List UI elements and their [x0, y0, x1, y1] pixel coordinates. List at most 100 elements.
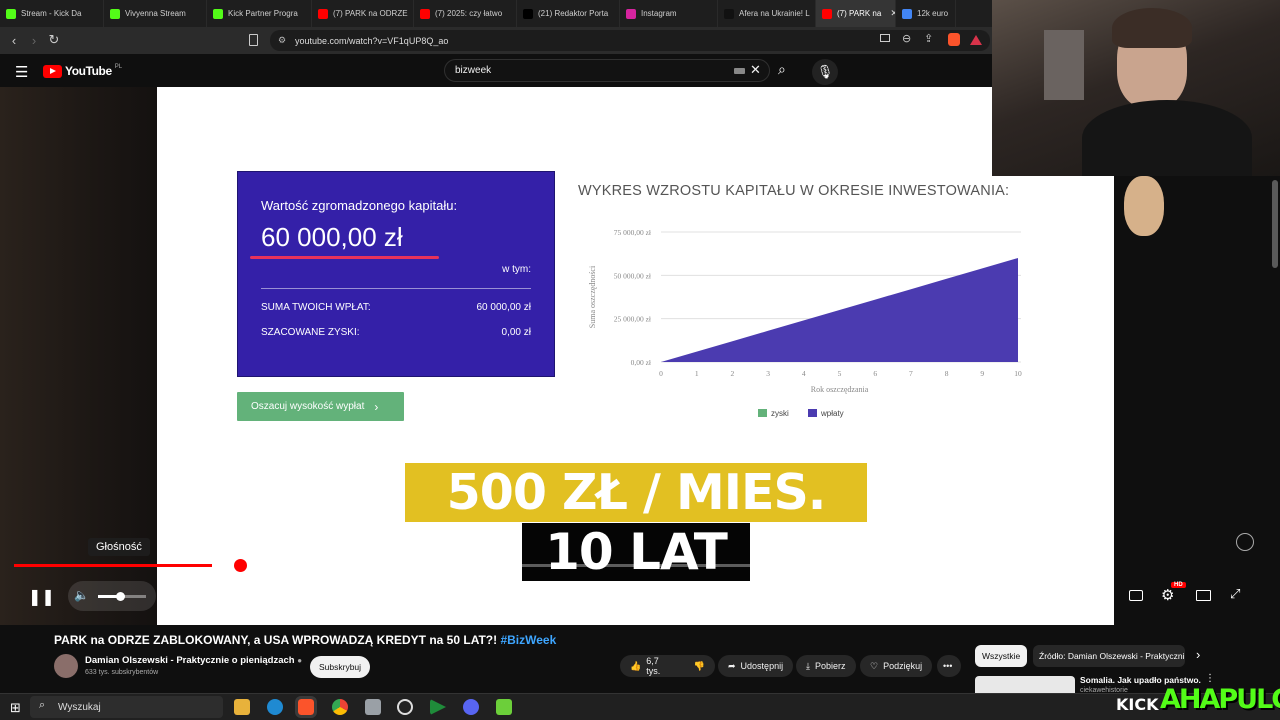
chapter-chevron-icon: › — [423, 590, 428, 602]
volume-icon[interactable]: 🔈 — [74, 588, 89, 602]
brave-icon[interactable] — [295, 696, 317, 718]
reload-icon[interactable]: ↻ — [44, 32, 64, 48]
chip-source[interactable]: Źródło: Damian Olszewski - Praktyczni — [1033, 645, 1185, 667]
forward-icon[interactable]: › — [24, 33, 44, 48]
volume-control[interactable]: 🔈 — [68, 581, 156, 611]
page-scrollbar[interactable] — [1272, 180, 1278, 268]
subscribe-button[interactable]: Subskrybuj — [310, 656, 371, 678]
progress-bar[interactable] — [14, 564, 1114, 567]
video-frame[interactable]: Wartość zgromadzonego kapitału: 60 000,0… — [157, 87, 1114, 625]
pause-icon[interactable]: ❚❚ — [28, 587, 55, 607]
app-icon[interactable] — [365, 699, 381, 715]
browser-tab-label: (21) Redaktor Porta — [538, 9, 609, 18]
chrome-icon[interactable] — [332, 699, 348, 715]
chapter-button[interactable]: Zarabiamy dużo mniej niż Europa › — [242, 581, 438, 611]
capital-title: Wartość zgromadzonego kapitału: — [261, 198, 458, 213]
browser-tab[interactable]: 12k euro — [896, 0, 956, 27]
browser-tab[interactable]: Kick Partner Progra — [207, 0, 312, 27]
browser-tab[interactable]: Afera na Ukrainie! L — [718, 0, 816, 27]
more-actions-icon[interactable]: ••• — [937, 655, 961, 677]
search-icon[interactable]: ⌕ — [778, 61, 786, 78]
x-tick-label: 8 — [945, 369, 949, 378]
progress-scrubber[interactable] — [234, 559, 247, 572]
capital-growth-chart: 0,00 zł 25 000,00 zł 50 000,00 zł 75 000,00… — [588, 228, 1022, 418]
x-tick-label: 0 — [659, 369, 663, 378]
webcam-overlay — [992, 0, 1280, 176]
player-app-icon[interactable] — [430, 699, 446, 715]
brave-shield-icon[interactable] — [948, 33, 960, 46]
browser-tab-label: (7) PARK na — [837, 9, 882, 18]
browser-tab[interactable]: (7) 2025: czy łatwo — [414, 0, 517, 27]
brave-rewards-icon[interactable] — [970, 35, 982, 45]
windows-start-icon[interactable]: ⊞ — [10, 700, 21, 716]
bookmark-icon[interactable] — [249, 34, 258, 46]
cast-icon[interactable] — [880, 34, 890, 42]
kick-icon — [213, 8, 223, 19]
browser-tab[interactable]: Stream - Kick Da — [0, 0, 104, 27]
breakdown-label: w tym: — [502, 264, 531, 275]
autoplay-toggle[interactable] — [1084, 581, 1114, 611]
edge-icon[interactable] — [267, 699, 283, 715]
verified-icon: ● — [297, 656, 303, 665]
chips-next-icon[interactable]: › — [1196, 647, 1200, 662]
voice-search-icon[interactable]: 🎙 — [812, 59, 838, 85]
discord-icon[interactable] — [463, 699, 479, 715]
file-explorer-icon[interactable] — [234, 699, 250, 715]
download-button[interactable]: ⤓ Pobierz — [796, 655, 856, 677]
clear-search-icon[interactable]: ✕ — [750, 62, 761, 78]
info-icon[interactable] — [1236, 533, 1254, 551]
poster-image — [1044, 30, 1084, 100]
video-player[interactable]: Wartość zgromadzonego kapitału: 60 000,0… — [0, 87, 1254, 625]
subtitles-icon[interactable] — [1129, 590, 1143, 601]
streamer-handle-text: AHAPULCO — [1160, 684, 1280, 715]
chip-all[interactable]: Wszystkie — [975, 645, 1028, 667]
dislike-icon[interactable]: 👎 — [694, 661, 705, 672]
menu-icon[interactable]: ☰ — [15, 63, 28, 81]
thanks-label: Podziękuj — [883, 661, 923, 671]
recommended-menu-icon[interactable]: ⋮ — [1205, 673, 1215, 684]
chapter-title: Zarabiamy dużo mniej niż Europa — [252, 590, 416, 602]
search-input[interactable]: bizweek ✕ — [444, 59, 770, 82]
share-icon[interactable]: ⇪ — [924, 32, 933, 45]
channel-name[interactable]: Damian Olszewski - Praktycznie o pieniąd… — [85, 655, 302, 666]
recommended-thumbnail[interactable] — [975, 676, 1075, 694]
like-count[interactable]: 6,7 tys. — [646, 656, 671, 676]
browser-tab-label: (7) 2025: czy łatwo — [435, 9, 503, 18]
youtube-header: ☰ YouTube PL bizweek ✕ ⌕ 🎙 — [0, 54, 992, 87]
browser-tab[interactable]: Instagram — [620, 0, 718, 27]
profits-label: SZACOWANE ZYSKI: — [261, 327, 360, 338]
taskbar-search-input[interactable]: ⌕ Wyszukaj — [30, 696, 223, 718]
browser-tab[interactable]: Vivyenna Stream — [104, 0, 207, 27]
keyboard-icon[interactable] — [734, 68, 745, 74]
subscriber-count: 633 tys. subskrybentów — [85, 669, 159, 676]
browser-tab[interactable]: (7) PARK na ODRZE — [312, 0, 414, 27]
obs-icon[interactable] — [397, 699, 413, 715]
channel-avatar[interactable] — [54, 654, 78, 678]
fullscreen-icon[interactable]: ⤢ — [1230, 586, 1240, 602]
browser-tab-bar: Stream - Kick Da Vivyenna Stream Kick Part… — [0, 0, 992, 27]
miniplayer-icon[interactable] — [1196, 590, 1211, 601]
x-tick-label: 2 — [731, 369, 735, 378]
thanks-button[interactable]: ♡ Podziękuj — [860, 655, 933, 677]
kick-app-icon[interactable] — [496, 699, 512, 715]
like-icon[interactable]: 👍 — [630, 661, 641, 672]
tiktok-icon — [724, 8, 734, 19]
share-button[interactable]: ➦ Udostępnij — [718, 655, 794, 677]
back-icon[interactable]: ‹ — [4, 33, 24, 48]
youtube-logo[interactable]: YouTube PL — [43, 64, 122, 78]
volume-tooltip: Głośność — [88, 538, 150, 556]
browser-tab[interactable]: (21) Redaktor Porta — [517, 0, 620, 27]
settings-icon[interactable]: ⚙ — [1161, 586, 1174, 604]
volume-knob[interactable] — [115, 592, 125, 601]
video-info-panel: PARK na ODRZE ZABLOKOWANY, a USA WPROWAD… — [0, 625, 1280, 695]
site-info-icon[interactable]: ⚙ — [278, 35, 286, 46]
x-tick-label: 3 — [766, 369, 770, 378]
kick-icon — [110, 8, 120, 19]
pet-sticker-image — [1124, 176, 1164, 236]
browser-tab[interactable]: (7) PARK na✕ — [816, 0, 896, 27]
capital-value: 60 000,00 zł — [261, 222, 403, 252]
zoom-icon[interactable]: ⊖ — [902, 32, 911, 45]
video-hashtag[interactable]: #BizWeek — [500, 633, 556, 647]
y-tick-label: 0,00 zł — [631, 358, 652, 367]
share-arrow-icon: ➦ — [728, 660, 736, 671]
